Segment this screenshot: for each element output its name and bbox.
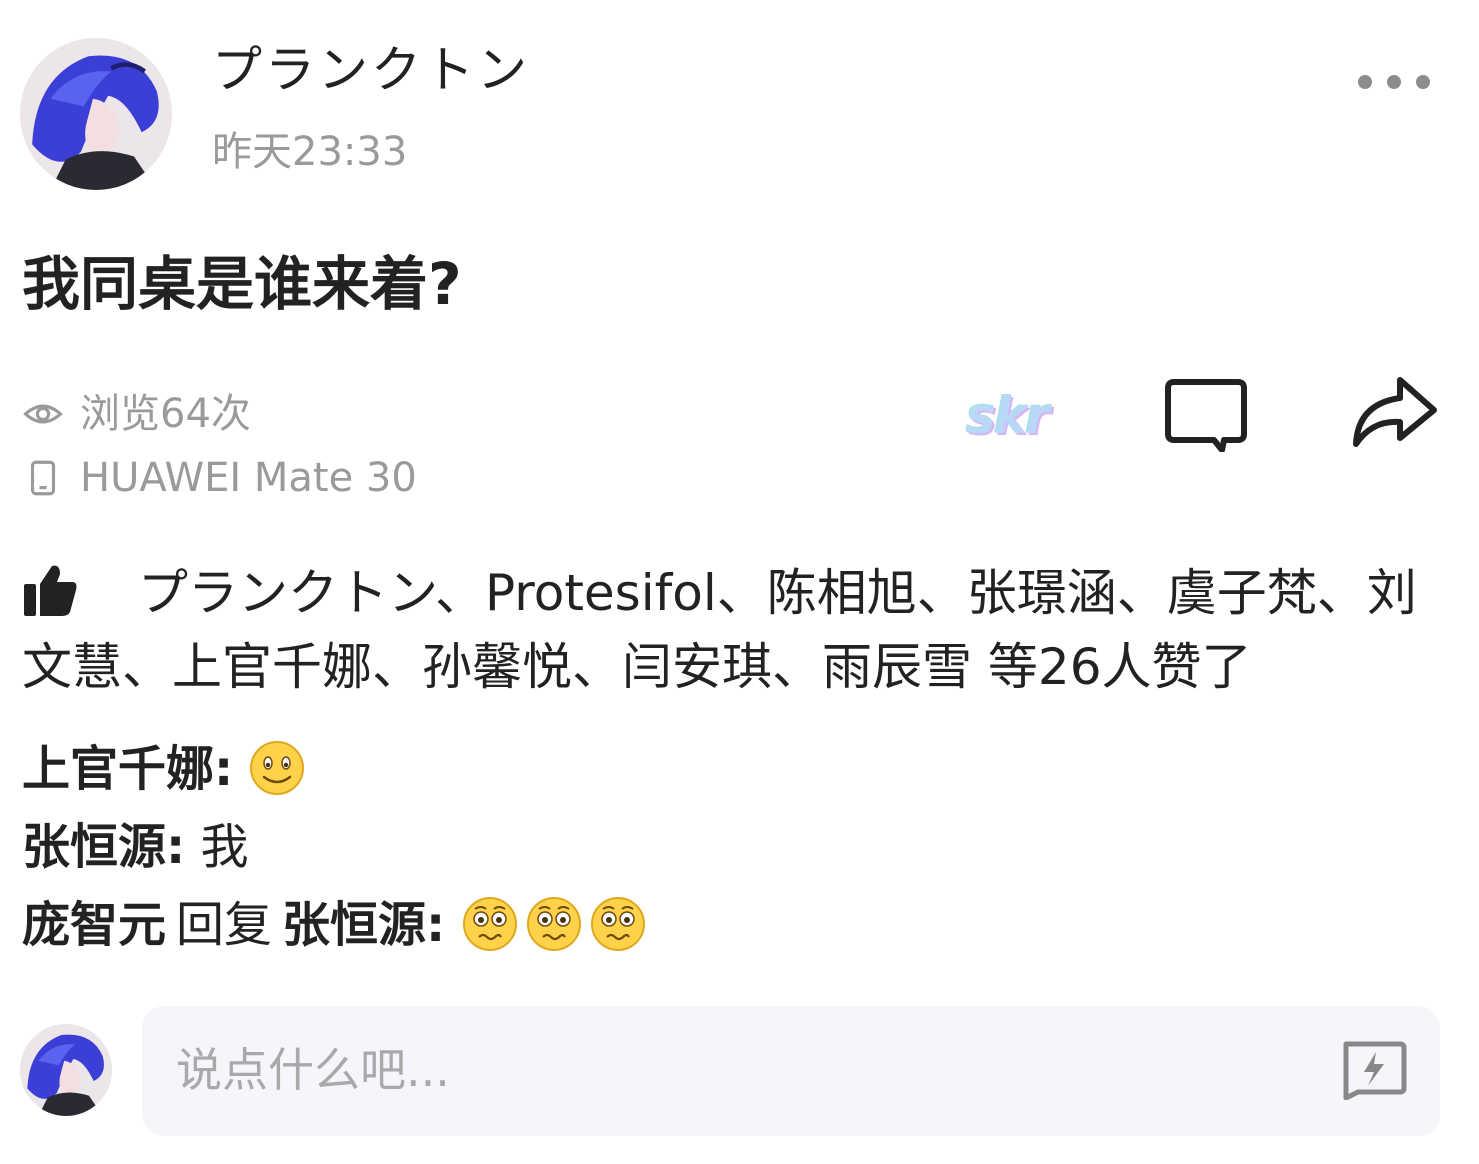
post-content: 我同桌是谁来着?: [22, 250, 462, 318]
view-count-row: 浏览64次: [22, 388, 251, 440]
comment-item[interactable]: 上官千娜:: [22, 730, 1462, 808]
eye-icon: [23, 404, 63, 424]
reply-target[interactable]: 张恒源:: [282, 897, 445, 953]
more-options-button[interactable]: [1352, 62, 1436, 102]
phone-icon: [30, 460, 56, 496]
device-row: HUAWEI Mate 30: [22, 452, 417, 504]
avatar[interactable]: [20, 38, 172, 190]
more-dot: [1416, 75, 1430, 89]
lightning-comment-icon[interactable]: [1338, 1040, 1408, 1100]
likes-list[interactable]: プランクトン、Protesifol、陈相旭、张璟涵、虞子梵、刘文慧、上官千娜、孙…: [22, 556, 1462, 704]
pleading-emoji-icon: [526, 897, 581, 951]
share-arrow-icon[interactable]: [1350, 374, 1440, 450]
reply-label: 回复: [176, 897, 273, 953]
comment-text: 我: [200, 819, 249, 875]
pleading-emoji-icon: [462, 897, 517, 951]
view-count: 浏览64次: [80, 391, 251, 437]
more-dots-icon: [1358, 75, 1372, 89]
comments-section: 上官千娜: 张恒源: 我 庞智元 回复 张恒源:: [22, 730, 1462, 964]
comment-author[interactable]: 上官千娜:: [22, 741, 233, 797]
smile-emoji-icon: [250, 741, 305, 795]
composer-avatar[interactable]: [20, 1024, 112, 1116]
likes-text: プランクトン、Protesifol、陈相旭、张璟涵、虞子梵、刘文慧、上官千娜、孙…: [22, 564, 1417, 696]
skr-button[interactable]: skr: [966, 386, 1050, 446]
comment-item[interactable]: 张恒源: 我: [22, 808, 1462, 886]
comment-icon[interactable]: [1164, 378, 1248, 452]
avatar-image: [20, 38, 172, 190]
avatar-image: [20, 1024, 112, 1116]
comment-author[interactable]: 张恒源:: [22, 819, 185, 875]
post-username[interactable]: プランクトン: [212, 38, 530, 102]
comment-author[interactable]: 庞智元: [22, 897, 166, 953]
device-name: HUAWEI Mate 30: [80, 455, 417, 501]
thumbs-up-icon: [24, 565, 77, 616]
comment-input-placeholder[interactable]: 说点什么吧...: [176, 1038, 450, 1102]
more-dot: [1387, 75, 1401, 89]
post-timestamp: 昨天23:33: [212, 129, 408, 175]
pleading-emoji-icon: [590, 897, 645, 951]
comment-item[interactable]: 庞智元 回复 张恒源:: [22, 886, 1462, 964]
